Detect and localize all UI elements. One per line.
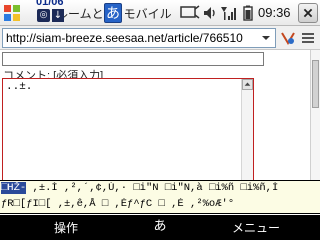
close-icon[interactable] <box>298 3 318 23</box>
ime-candidate-bar: □HŽ- ,±.Ì ,²,´,¢,Ù,· □i"N □i"N,à □i%ñ □i… <box>0 180 320 214</box>
candidate-selected[interactable]: □HŽ- <box>1 182 27 194</box>
download-notification-icon[interactable]: ↓ <box>52 9 64 22</box>
softkey-bar: 操作 あ メニュー <box>0 215 320 240</box>
comment-text[interactable]: ..±. <box>6 81 32 93</box>
notification-date: 01/06 <box>36 0 64 8</box>
volume-icon[interactable] <box>202 5 218 21</box>
pocket-ie-screen: ルームとPC モバイル 01/06 ◎ ↓ あ 09:36 http://sia… <box>0 0 320 240</box>
title-bar: ルームとPC モバイル 01/06 ◎ ↓ あ 09:36 <box>0 0 320 26</box>
input-panel-button[interactable]: あ <box>150 217 170 237</box>
signal-strength-icon[interactable] <box>220 5 236 21</box>
windows-start-icon[interactable] <box>2 3 22 23</box>
page-scroll-thumb[interactable] <box>312 60 319 108</box>
favorites-icon[interactable] <box>280 30 296 46</box>
name-input[interactable] <box>2 52 264 66</box>
chevron-down-icon[interactable] <box>258 30 274 46</box>
url-input[interactable]: http://siam-breeze.seesaa.net/article/76… <box>2 28 276 48</box>
ime-mode-button[interactable]: あ <box>104 3 122 23</box>
url-text[interactable]: http://siam-breeze.seesaa.net/article/76… <box>6 31 258 47</box>
clock[interactable]: 09:36 <box>258 5 291 20</box>
right-softkey[interactable]: メニュー <box>232 219 280 236</box>
page-menu-icon[interactable] <box>300 30 316 46</box>
candidate-list[interactable]: ƒR□[ƒI□[ ,±,ê,Å □ ,Éƒ^ƒC □ ,É ,²%oÆ'° <box>1 198 234 210</box>
candidate-row[interactable]: □HŽ- ,±.Ì ,²,´,¢,Ù,· □i"N □i"N,à □i%ñ □i… <box>1 182 319 198</box>
page-scrollbar[interactable] <box>310 50 320 180</box>
candidate-list[interactable]: ,±.Ì ,²,´,¢,Ù,· □i"N □i"N,à □i%ñ □i%ñ,Ì <box>26 182 279 194</box>
candidate-row[interactable]: ƒR□[ƒI□[ ,±,ê,Å □ ,Éƒ^ƒC □ ,É ,²%oÆ'° <box>1 198 319 213</box>
connectivity-icon[interactable] <box>180 5 200 21</box>
address-bar: http://siam-breeze.seesaa.net/article/76… <box>0 26 320 50</box>
left-softkey[interactable]: 操作 <box>54 219 78 236</box>
camera-notification-icon[interactable]: ◎ <box>37 9 50 22</box>
scroll-up-icon[interactable] <box>242 79 253 90</box>
battery-icon[interactable] <box>240 5 256 21</box>
